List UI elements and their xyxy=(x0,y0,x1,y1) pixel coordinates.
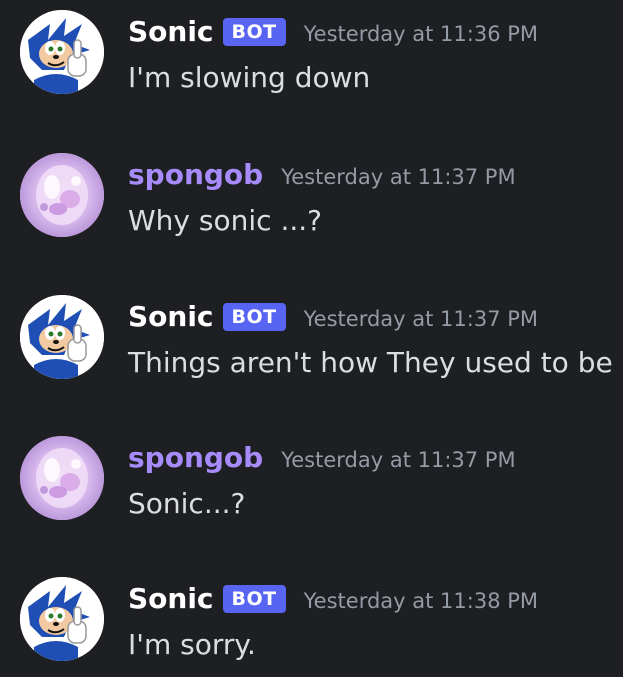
bot-badge: BOT xyxy=(222,18,286,46)
message-header: spongob Yesterday at 11:37 PM xyxy=(128,155,516,195)
message-content: I'm slowing down xyxy=(128,61,371,94)
message-timestamp: Yesterday at 11:37 PM xyxy=(281,165,516,189)
message-content: I'm sorry. xyxy=(128,628,256,661)
chat-message: Sonic BOT Yesterday at 11:38 PM I'm sorr… xyxy=(0,567,623,677)
author-name[interactable]: spongob xyxy=(128,157,263,193)
message-timestamp: Yesterday at 11:36 PM xyxy=(303,22,539,46)
chat-message: Sonic BOT Yesterday at 11:36 PM I'm slow… xyxy=(0,0,623,110)
message-header: spongob Yesterday at 11:37 PM xyxy=(128,438,516,478)
spongob-avatar-icon[interactable] xyxy=(20,436,104,520)
bot-badge: BOT xyxy=(222,585,286,613)
chat-message: spongob Yesterday at 11:37 PM Why sonic … xyxy=(0,143,623,253)
author-name[interactable]: Sonic xyxy=(128,14,214,50)
author-name[interactable]: spongob xyxy=(128,440,263,476)
message-timestamp: Yesterday at 11:37 PM xyxy=(303,307,539,331)
sonic-avatar-icon[interactable] xyxy=(20,10,104,94)
message-content: Things aren't how They used to be xyxy=(128,346,613,379)
sonic-avatar-icon[interactable] xyxy=(20,577,104,661)
message-content: Why sonic ...? xyxy=(128,204,323,237)
author-name[interactable]: Sonic xyxy=(128,581,214,617)
message-header: Sonic BOT Yesterday at 11:37 PM xyxy=(128,297,538,337)
bot-badge: BOT xyxy=(222,303,286,331)
chat-message: Sonic BOT Yesterday at 11:37 PM Things a… xyxy=(0,285,623,395)
message-header: Sonic BOT Yesterday at 11:36 PM xyxy=(128,12,538,52)
message-timestamp: Yesterday at 11:37 PM xyxy=(281,448,516,472)
message-timestamp: Yesterday at 11:38 PM xyxy=(303,589,539,613)
message-header: Sonic BOT Yesterday at 11:38 PM xyxy=(128,579,538,619)
message-content: Sonic...? xyxy=(128,487,246,520)
sonic-avatar-icon[interactable] xyxy=(20,295,104,379)
chat-message: spongob Yesterday at 11:37 PM Sonic...? xyxy=(0,426,623,536)
spongob-avatar-icon[interactable] xyxy=(20,153,104,237)
author-name[interactable]: Sonic xyxy=(128,299,214,335)
chat-log: Sonic BOT Yesterday at 11:36 PM I'm slow… xyxy=(0,0,623,670)
